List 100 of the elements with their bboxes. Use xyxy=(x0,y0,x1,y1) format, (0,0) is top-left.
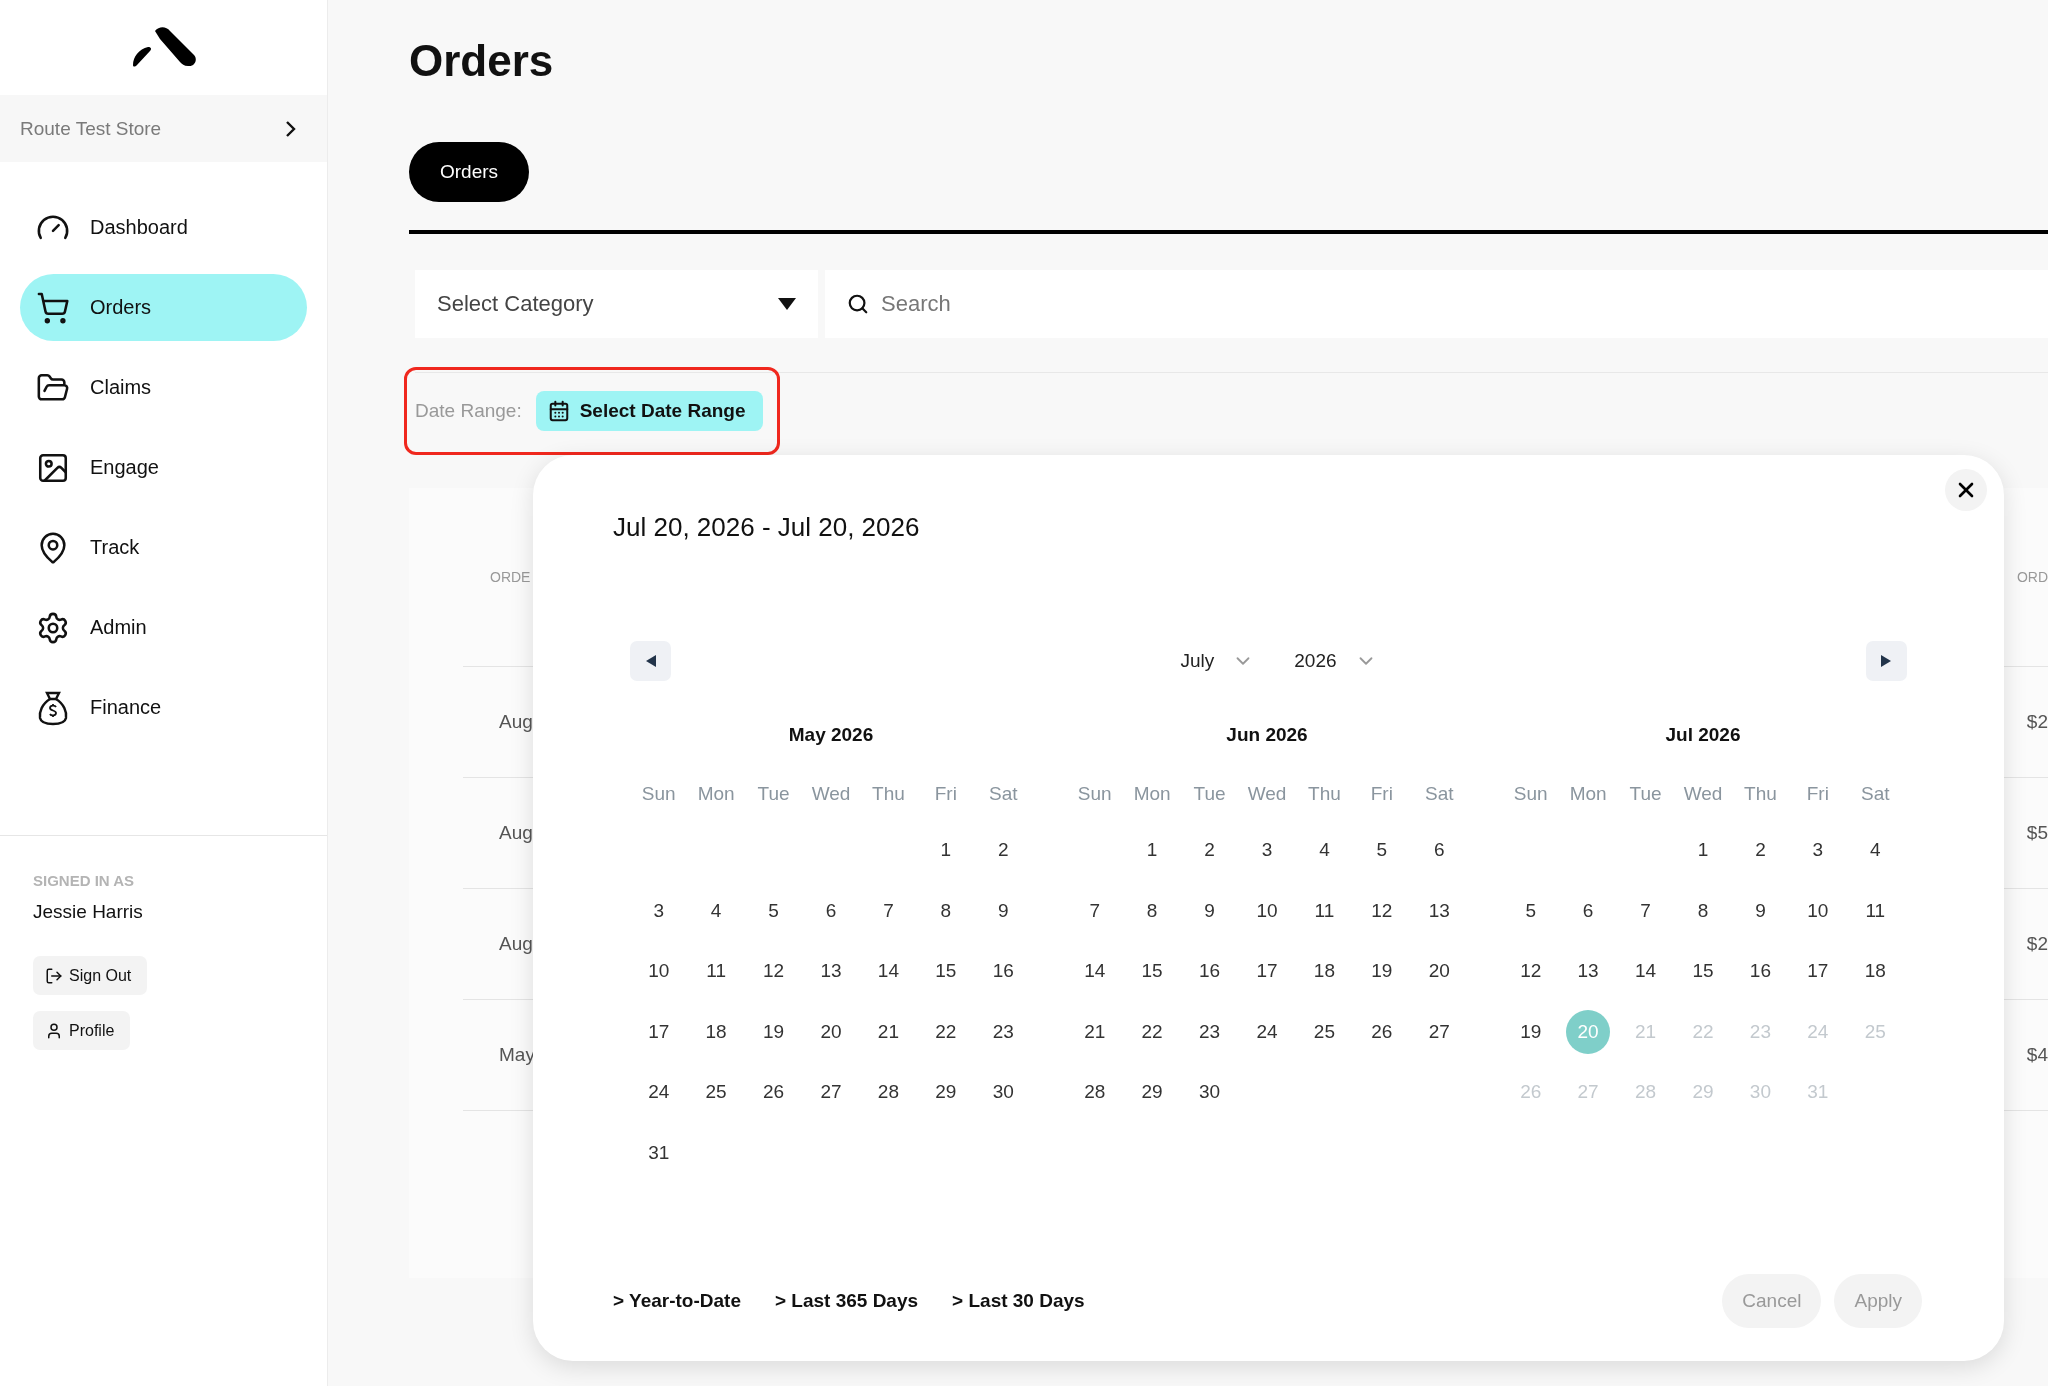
preset-link[interactable]: > Year-to-Date xyxy=(613,1290,741,1312)
calendar-day[interactable]: 2 xyxy=(1738,828,1783,873)
preset-link[interactable]: > Last 30 Days xyxy=(952,1290,1085,1312)
calendar-day[interactable]: 6 xyxy=(809,888,853,933)
calendar-day[interactable]: 29 xyxy=(923,1070,968,1115)
calendar-day[interactable]: 28 xyxy=(866,1070,911,1115)
calendar-day[interactable]: 4 xyxy=(1302,828,1347,873)
calendar-day[interactable]: 19 xyxy=(1508,1009,1553,1054)
calendar-day[interactable]: 25 xyxy=(694,1070,739,1115)
calendar-day[interactable]: 24 xyxy=(1245,1009,1289,1054)
calendar-day[interactable]: 24 xyxy=(636,1070,681,1115)
calendar-day[interactable]: 19 xyxy=(751,1009,796,1054)
nav-item[interactable]: Claims xyxy=(20,354,307,421)
calendar-day[interactable]: 5 xyxy=(1359,828,1404,873)
month-select[interactable]: July xyxy=(1180,650,1255,672)
category-select[interactable]: Select Category xyxy=(415,270,818,338)
calendar-day[interactable]: 18 xyxy=(694,1009,739,1054)
calendar-day[interactable]: 1 xyxy=(923,828,968,873)
calendar-day[interactable]: 5 xyxy=(1508,888,1553,933)
calendar-day[interactable]: 17 xyxy=(1795,949,1840,994)
calendar-day[interactable]: 23 xyxy=(981,1009,1026,1054)
calendar-day[interactable]: 6 xyxy=(1566,888,1611,933)
calendar-day[interactable]: 14 xyxy=(1072,949,1117,994)
calendar-day[interactable]: 5 xyxy=(751,888,796,933)
calendar-day[interactable]: 31 xyxy=(636,1130,681,1175)
calendar-day[interactable]: 22 xyxy=(1130,1009,1175,1054)
calendar-day[interactable]: 30 xyxy=(981,1070,1026,1115)
calendar-day[interactable]: 7 xyxy=(1623,888,1668,933)
calendar-day[interactable]: 10 xyxy=(1245,888,1289,933)
calendar-day[interactable]: 17 xyxy=(1245,949,1289,994)
calendar-day[interactable]: 13 xyxy=(1566,949,1611,994)
year-select[interactable]: 2026 xyxy=(1294,650,1377,672)
calendar-day[interactable]: 4 xyxy=(1853,828,1898,873)
calendar-day[interactable]: 14 xyxy=(1623,949,1668,994)
calendar-day[interactable]: 21 xyxy=(1072,1009,1117,1054)
calendar-day[interactable]: 19 xyxy=(1359,949,1404,994)
calendar-day[interactable]: 11 xyxy=(1853,888,1898,933)
store-switcher[interactable]: Route Test Store xyxy=(0,95,327,162)
calendar-day[interactable]: 1 xyxy=(1130,828,1175,873)
calendar-day[interactable]: 13 xyxy=(809,949,853,994)
close-button[interactable] xyxy=(1945,469,1987,511)
calendar-day[interactable]: 30 xyxy=(1187,1070,1232,1115)
calendar-day[interactable]: 7 xyxy=(866,888,911,933)
calendar-day[interactable]: 11 xyxy=(694,949,739,994)
calendar-day[interactable]: 22 xyxy=(923,1009,968,1054)
nav-item[interactable]: Admin xyxy=(20,594,307,661)
calendar-day[interactable]: 12 xyxy=(1359,888,1404,933)
nav-item[interactable]: Dashboard xyxy=(20,194,307,261)
calendar-day[interactable]: 7 xyxy=(1072,888,1117,933)
calendar-day[interactable]: 29 xyxy=(1130,1070,1175,1115)
calendar-day[interactable]: 2 xyxy=(1187,828,1232,873)
calendar-day[interactable]: 6 xyxy=(1417,828,1462,873)
calendar-day[interactable]: 10 xyxy=(1795,888,1840,933)
calendar-day[interactable]: 3 xyxy=(636,888,681,933)
calendar-day[interactable]: 12 xyxy=(1508,949,1553,994)
nav-item[interactable]: Engage xyxy=(20,434,307,501)
calendar-day[interactable]: 16 xyxy=(1187,949,1232,994)
calendar-day[interactable]: 2 xyxy=(981,828,1026,873)
nav-item[interactable]: Track xyxy=(20,514,307,581)
calendar-day[interactable]: 28 xyxy=(1072,1070,1117,1115)
calendar-day[interactable]: 25 xyxy=(1302,1009,1347,1054)
calendar-day[interactable]: 10 xyxy=(636,949,681,994)
calendar-day[interactable]: 27 xyxy=(809,1070,853,1115)
calendar-day[interactable]: 3 xyxy=(1795,828,1840,873)
calendar-day[interactable]: 13 xyxy=(1417,888,1462,933)
previous-month-button[interactable] xyxy=(630,641,671,681)
calendar-day[interactable]: 14 xyxy=(866,949,911,994)
calendar-day[interactable]: 8 xyxy=(923,888,968,933)
calendar-day[interactable]: 26 xyxy=(1359,1009,1404,1054)
search-field[interactable]: Search xyxy=(825,270,2048,338)
calendar-day[interactable]: 20 xyxy=(1417,949,1462,994)
calendar-day[interactable]: 21 xyxy=(866,1009,911,1054)
calendar-day[interactable]: 15 xyxy=(1681,949,1725,994)
next-month-button[interactable] xyxy=(1866,641,1907,681)
nav-item[interactable]: Orders xyxy=(20,274,307,341)
calendar-day[interactable]: 17 xyxy=(636,1009,681,1054)
calendar-day[interactable]: 12 xyxy=(751,949,796,994)
calendar-day[interactable]: 27 xyxy=(1417,1009,1462,1054)
nav-item[interactable]: Finance xyxy=(20,674,307,741)
calendar-day[interactable]: 18 xyxy=(1302,949,1347,994)
profile-button[interactable]: Profile xyxy=(33,1011,131,1050)
calendar-day[interactable]: 9 xyxy=(981,888,1026,933)
calendar-day[interactable]: 18 xyxy=(1853,949,1898,994)
calendar-day[interactable]: 11 xyxy=(1302,888,1347,933)
preset-link[interactable]: > Last 365 Days xyxy=(774,1290,919,1312)
calendar-day[interactable]: 8 xyxy=(1130,888,1175,933)
calendar-day[interactable]: 16 xyxy=(981,949,1026,994)
calendar-day[interactable]: 1 xyxy=(1681,828,1725,873)
calendar-day[interactable]: 8 xyxy=(1681,888,1725,933)
calendar-day[interactable]: 9 xyxy=(1187,888,1232,933)
date-range-button[interactable]: Select Date Range xyxy=(535,391,764,431)
tab[interactable]: Orders xyxy=(409,142,530,202)
calendar-day[interactable]: 9 xyxy=(1738,888,1783,933)
calendar-day[interactable]: 20 xyxy=(809,1009,853,1054)
calendar-day[interactable]: 4 xyxy=(694,888,739,933)
calendar-day[interactable]: 26 xyxy=(751,1070,796,1115)
calendar-day[interactable]: 23 xyxy=(1187,1009,1232,1054)
calendar-day[interactable]: 3 xyxy=(1245,828,1289,873)
calendar-day[interactable]: 16 xyxy=(1738,949,1783,994)
sign-out-button[interactable]: Sign Out xyxy=(33,956,148,995)
